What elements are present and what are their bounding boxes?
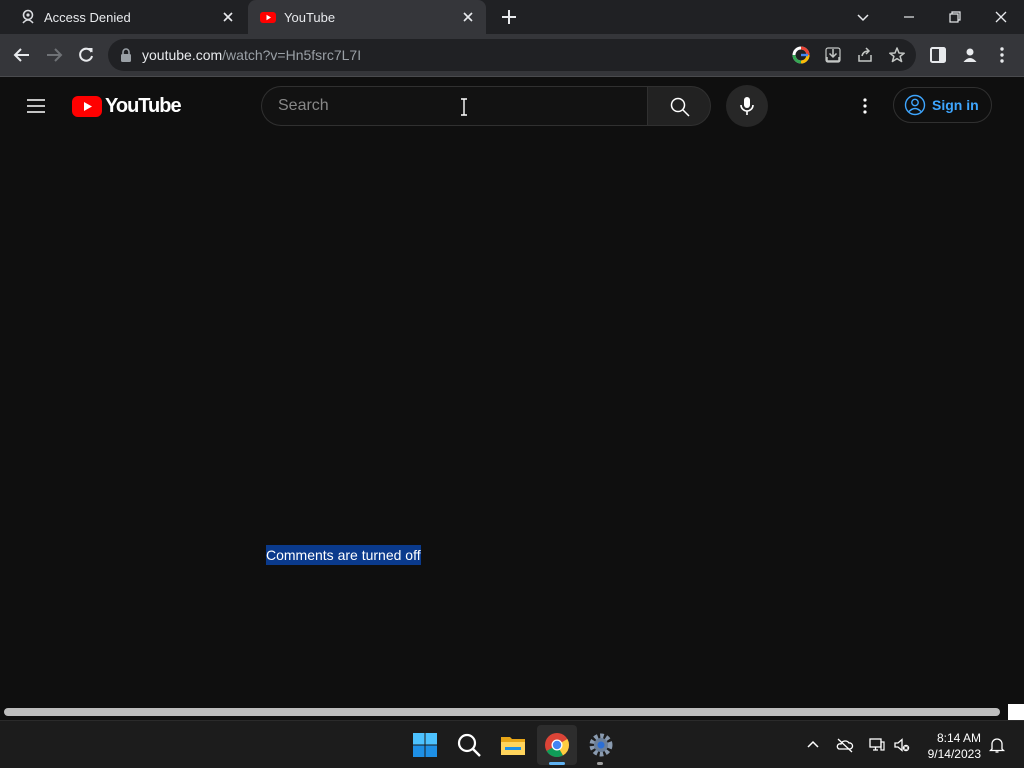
new-tab-plus-icon[interactable] <box>500 8 518 26</box>
google-lens-icon[interactable] <box>792 46 810 64</box>
bookmark-star-icon[interactable] <box>888 46 906 64</box>
close-tab-icon[interactable] <box>220 9 236 25</box>
text-cursor-icon <box>461 98 467 116</box>
sign-in-button[interactable]: Sign in <box>893 87 992 123</box>
scrollbar-thumb[interactable] <box>4 708 1000 716</box>
security-shield-icon <box>22 9 34 24</box>
windows-start-icon[interactable] <box>411 731 439 759</box>
share-icon[interactable] <box>856 46 874 64</box>
close-tab-icon[interactable] <box>460 9 476 25</box>
youtube-wordmark: YouTube <box>105 94 182 117</box>
search-box[interactable] <box>261 86 648 126</box>
forward-arrow-icon[interactable] <box>44 45 64 65</box>
tab-access-denied[interactable]: Access Denied <box>8 0 246 34</box>
file-explorer-icon[interactable] <box>499 731 527 759</box>
close-window-icon[interactable] <box>990 6 1012 28</box>
restore-icon[interactable] <box>944 6 966 28</box>
profile-avatar-icon[interactable] <box>960 45 980 65</box>
side-panel-icon[interactable] <box>928 45 948 65</box>
youtube-favicon-icon <box>260 12 276 23</box>
show-hidden-icons-chevron-icon[interactable] <box>804 736 822 754</box>
clock-date: 9/14/2023 <box>927 747 981 761</box>
clock-time: 8:14 AM <box>936 731 981 745</box>
youtube-play-logo-icon <box>72 95 102 117</box>
back-arrow-icon[interactable] <box>12 45 32 65</box>
tab-title: Access Denied <box>44 10 131 25</box>
chrome-running-indicator <box>549 762 565 765</box>
voice-search-button[interactable] <box>726 85 768 127</box>
minimize-icon[interactable] <box>898 6 920 28</box>
comments-disabled-message: Comments are turned off <box>266 545 421 565</box>
browser-tab-strip: Access Denied YouTube <box>0 0 1024 34</box>
tab-search-chevron-icon[interactable] <box>852 6 874 28</box>
chrome-menu-icon[interactable] <box>992 45 1012 65</box>
url-text[interactable]: youtube.com/watch?v=Hn5fsrc7L7I <box>142 47 361 63</box>
system-clock[interactable]: 8:14 AM 9/14/2023 <box>928 730 981 762</box>
search-button[interactable] <box>647 86 711 126</box>
account-circle-icon <box>904 94 926 116</box>
guide-menu-icon[interactable] <box>24 94 48 118</box>
settings-icon[interactable] <box>587 731 615 759</box>
windows-taskbar: 8:14 AM 9/14/2023 <box>0 720 1024 768</box>
tab-title: YouTube <box>284 10 336 25</box>
browser-toolbar: youtube.com/watch?v=Hn5fsrc7L7I <box>0 34 1024 77</box>
tab-youtube[interactable]: YouTube <box>248 0 486 34</box>
youtube-logo[interactable]: YouTube <box>72 94 182 118</box>
sign-in-label: Sign in <box>932 97 979 113</box>
search-input[interactable] <box>278 87 638 125</box>
install-app-icon[interactable] <box>824 46 842 64</box>
horizontal-scrollbar[interactable] <box>0 704 1024 720</box>
settings-running-indicator <box>597 762 603 765</box>
scrollbar-corner <box>1008 704 1024 720</box>
lock-icon[interactable] <box>120 48 132 62</box>
microphone-icon <box>740 97 754 115</box>
onedrive-offline-icon[interactable] <box>836 736 854 754</box>
youtube-masthead: YouTube Sign in <box>0 78 1024 134</box>
reload-icon[interactable] <box>76 45 96 65</box>
chrome-icon[interactable] <box>543 731 571 759</box>
search-icon[interactable] <box>455 731 483 759</box>
settings-more-icon[interactable] <box>853 94 877 118</box>
search-icon <box>670 97 690 117</box>
notification-bell-icon[interactable] <box>988 736 1006 754</box>
network-icon[interactable] <box>868 736 886 754</box>
address-bar[interactable]: youtube.com/watch?v=Hn5fsrc7L7I <box>108 39 916 71</box>
volume-muted-icon[interactable] <box>893 736 911 754</box>
